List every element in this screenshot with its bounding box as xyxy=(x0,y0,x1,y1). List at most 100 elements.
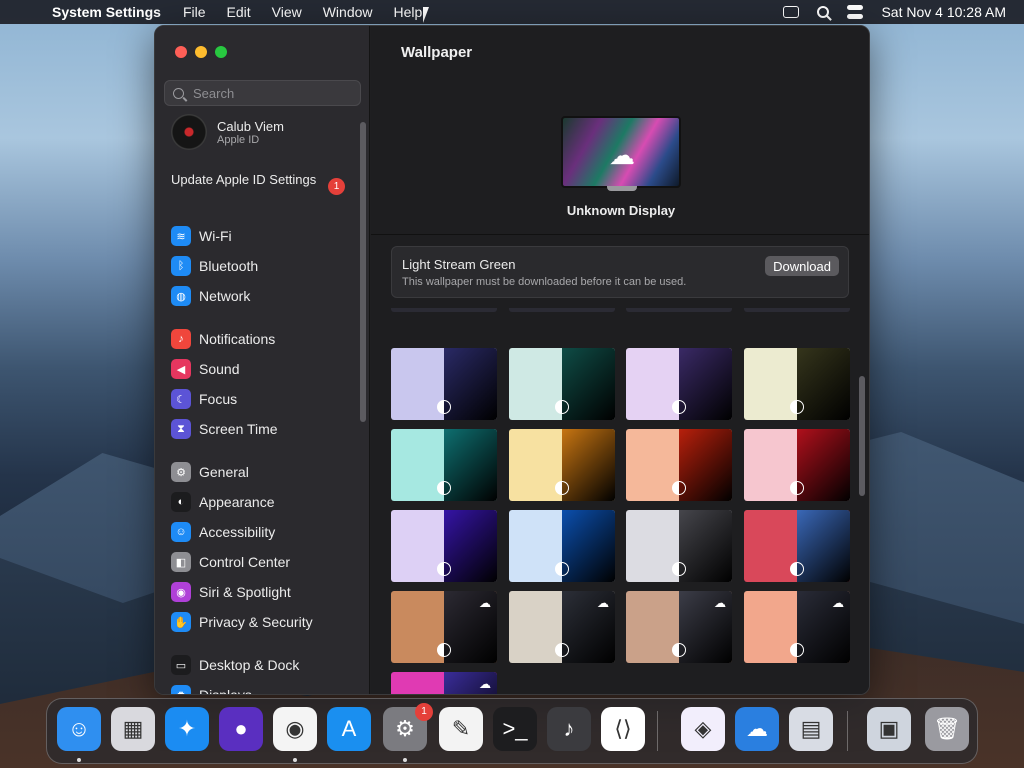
sidebar-item-focus[interactable]: ☾ Focus xyxy=(171,384,361,414)
trash-icon[interactable]: 🗑 xyxy=(925,707,969,751)
hourglass-icon: ⧗ xyxy=(171,419,191,439)
wallpaper-name: Light Stream Green xyxy=(402,257,516,272)
sidebar-item-bluetooth[interactable]: ᛒ Bluetooth xyxy=(171,251,361,281)
wallpaper-scrollbar[interactable] xyxy=(859,376,865,496)
sidebar-item-accessibility[interactable]: ☺ Accessibility xyxy=(171,517,361,547)
zoom-window-button[interactable] xyxy=(215,46,227,58)
dynamic-mode-icon xyxy=(790,562,804,576)
wallpaper-thumbnail[interactable] xyxy=(509,348,615,420)
wallpaper-thumbnail[interactable] xyxy=(744,348,850,420)
minimize-window-button[interactable] xyxy=(195,46,207,58)
firefox-icon[interactable]: ● xyxy=(219,707,263,751)
close-window-button[interactable] xyxy=(175,46,187,58)
vscode-icon[interactable]: ⟨⟩ xyxy=(601,707,645,751)
wallpaper-thumbnail[interactable]: ☁ xyxy=(391,672,497,694)
apple-id-profile[interactable]: Calub Viem Apple ID xyxy=(171,114,284,150)
wallpaper-thumbnail[interactable] xyxy=(391,308,497,312)
wallpaper-thumbnail[interactable] xyxy=(509,429,615,501)
wallpaper-thumbnail[interactable] xyxy=(509,308,615,312)
gear-icon: ⚙ xyxy=(171,462,191,482)
mouse-pointer-icon xyxy=(423,7,429,23)
wallpaper-thumbnail[interactable]: ☁ xyxy=(391,591,497,663)
sidebar-item-label: Bluetooth xyxy=(199,258,259,274)
preview-icon[interactable]: ▤ xyxy=(789,707,833,751)
wallpaper-dark-half xyxy=(562,429,615,501)
display-icon: ✹ xyxy=(171,685,191,694)
sidebar-search[interactable] xyxy=(164,80,361,106)
dynamic-mode-icon xyxy=(437,562,451,576)
system-settings-icon[interactable]: ⚙ 1 xyxy=(383,703,433,751)
display-name: Unknown Display xyxy=(566,203,676,218)
sidebar-item-siri-spotlight[interactable]: ◉ Siri & Spotlight xyxy=(171,577,361,607)
dynamic-mode-icon xyxy=(437,481,451,495)
wallpaper-thumbnail[interactable] xyxy=(626,308,732,312)
wallpaper-dark-half xyxy=(562,348,615,420)
sidebar-item-wi-fi[interactable]: ≋ Wi-Fi xyxy=(171,221,361,251)
sidebar-item-general[interactable]: ⚙ General xyxy=(171,457,361,487)
wallpaper-thumbnail[interactable] xyxy=(391,429,497,501)
wallpaper-thumbnail[interactable]: ☁ xyxy=(626,591,732,663)
sidebar-item-notifications[interactable]: ♪ Notifications xyxy=(171,324,361,354)
sidebar-item-label: Notifications xyxy=(199,331,276,347)
app-store-icon[interactable]: A xyxy=(327,707,371,751)
sidebar-item-control-center[interactable]: ◧ Control Center xyxy=(171,547,361,577)
sidebar-scrollbar[interactable] xyxy=(360,122,366,422)
dynamic-mode-icon xyxy=(672,481,686,495)
wallpaper-thumbnail[interactable]: ☁ xyxy=(744,591,850,663)
profile-subtitle: Apple ID xyxy=(217,133,260,146)
running-indicator xyxy=(77,758,81,762)
wallpaper-dark-half xyxy=(797,510,850,582)
avatar xyxy=(171,114,207,150)
search-input[interactable] xyxy=(193,85,353,101)
sidebar-item-desktop-dock[interactable]: ▭ Desktop & Dock xyxy=(171,650,361,680)
search-icon xyxy=(173,87,184,99)
wallpaper-thumbnail[interactable] xyxy=(626,510,732,582)
wallpaper-thumbnail[interactable] xyxy=(391,510,497,582)
wallpaper-thumbnail[interactable] xyxy=(744,510,850,582)
sidebar-item-network[interactable]: ◍ Network xyxy=(171,281,361,311)
wallpaper-thumbnail[interactable] xyxy=(509,510,615,582)
wallpaper-thumbnail[interactable] xyxy=(391,348,497,420)
wallpaper-thumbnail[interactable] xyxy=(744,429,850,501)
spotlight-search-icon[interactable] xyxy=(817,6,830,18)
wallpaper-thumbnail[interactable] xyxy=(744,308,850,312)
sidebar-item-screen-time[interactable]: ⧗ Screen Time xyxy=(171,414,361,444)
safari-icon[interactable]: ✦ xyxy=(165,707,209,751)
dynamic-mode-icon xyxy=(672,562,686,576)
finder-icon[interactable]: ☺ xyxy=(57,707,101,751)
wallpaper-thumbnail[interactable] xyxy=(626,348,732,420)
launchpad-icon[interactable]: ▦ xyxy=(111,707,155,751)
sidebar-group: ≋ Wi-Fi ᛒ Bluetooth ◍ Network xyxy=(171,221,361,311)
menubar-clock[interactable]: Sat Nov 4 10:28 AM xyxy=(881,4,1006,20)
sidebar-item-sound[interactable]: ◀ Sound xyxy=(171,354,361,384)
downloads-stack-icon[interactable]: ▣ xyxy=(867,707,911,751)
download-button[interactable]: Download xyxy=(765,256,839,276)
sidebar-item-label: Control Center xyxy=(199,554,291,570)
chrome-icon[interactable]: ◉ xyxy=(273,707,317,751)
menu-app-name[interactable]: System Settings xyxy=(52,4,161,20)
terminal-icon[interactable]: >_ xyxy=(493,707,537,751)
garageband-icon[interactable]: ♪ xyxy=(547,707,591,751)
wallpaper-thumbnail[interactable] xyxy=(626,429,732,501)
menu-edit[interactable]: Edit xyxy=(227,4,251,20)
sidebar-item-label: Network xyxy=(199,288,251,304)
sidebar-group: ♪ Notifications ◀ Sound ☾ Focus ⧗ Screen Time xyxy=(171,324,361,444)
sidebar-item-displays[interactable]: ✹ Displays xyxy=(171,680,361,695)
screen-mirroring-icon[interactable] xyxy=(783,6,800,18)
textedit-icon[interactable]: ✎ xyxy=(439,707,483,751)
menu-file[interactable]: File xyxy=(183,4,206,20)
control-center-icon[interactable] xyxy=(847,5,864,19)
running-indicator xyxy=(293,758,297,762)
wallpaper-thumbnail[interactable]: ☁ xyxy=(509,591,615,663)
visual-studio-icon[interactable]: ◈ xyxy=(681,707,725,751)
menu-window[interactable]: Window xyxy=(323,4,373,20)
menu-help[interactable]: Help xyxy=(394,4,423,20)
menu-view[interactable]: View xyxy=(272,4,302,20)
update-apple-id-item[interactable]: Update Apple ID Settings 1 xyxy=(171,172,345,195)
weather-icon[interactable]: ☁ xyxy=(735,707,779,751)
sidebar-item-label: Displays xyxy=(199,687,252,695)
system-settings-window: Calub Viem Apple ID Update Apple ID Sett… xyxy=(154,25,870,695)
sidebar-item-privacy-security[interactable]: ✋ Privacy & Security xyxy=(171,607,361,637)
sidebar-item-appearance[interactable]: ◐ Appearance xyxy=(171,487,361,517)
hand-icon: ✋ xyxy=(171,612,191,632)
